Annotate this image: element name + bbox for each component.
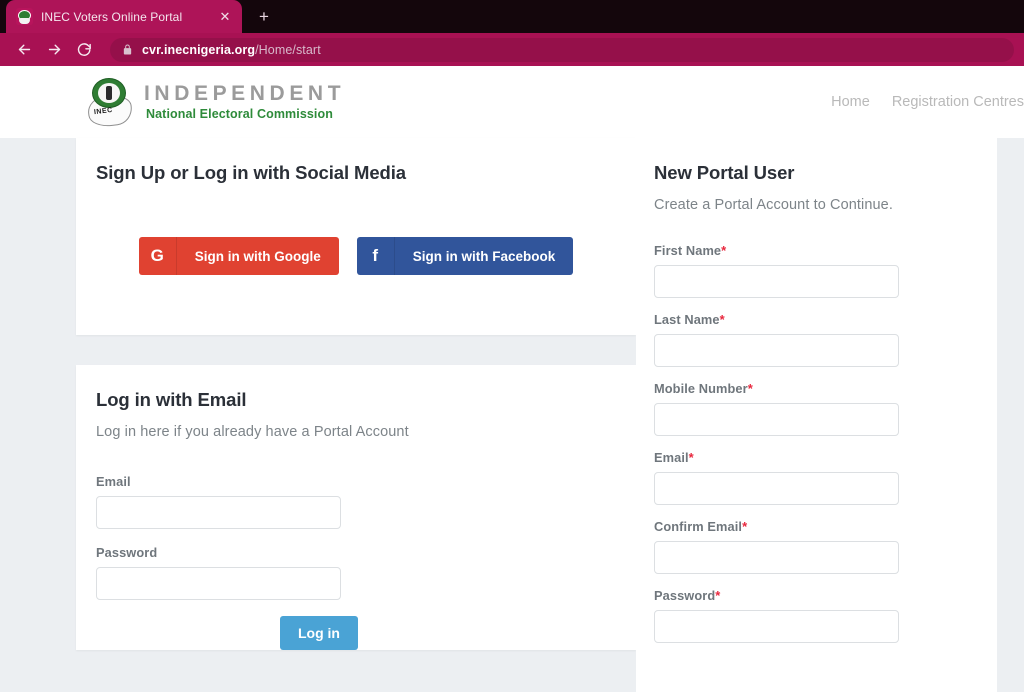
nav-item-registration-centres[interactable]: Registration Centres [892,94,1024,110]
mobile-number-input[interactable] [654,403,899,436]
first-name-field-block: First Name* [654,243,997,298]
brand-text: INDEPENDENT National Electoral Commissio… [144,83,345,120]
signup-panel-subtitle: Create a Portal Account to Continue. [654,197,997,213]
log-in-button[interactable]: Log in [280,616,358,650]
inec-coat-of-arms-icon: INEC [88,78,132,126]
browser-toolbar: cvr.inecnigeria.org/Home/start [0,33,1024,66]
login-email-label: Email [96,474,616,489]
first-name-input[interactable] [654,265,899,298]
url-text: cvr.inecnigeria.org/Home/start [142,43,321,57]
url-path: /Home/start [255,43,321,57]
url-host: cvr.inecnigeria.org [142,43,255,57]
lock-icon [122,43,133,56]
required-asterisk: * [715,588,720,603]
signup-email-field-block: Email* [654,450,997,505]
login-password-input[interactable] [96,567,341,600]
page-viewport: INEC INDEPENDENT National Electoral Comm… [0,66,1024,692]
login-password-label: Password [96,545,616,560]
login-password-field-block: Password [96,545,616,600]
browser-tab-title: INEC Voters Online Portal [41,10,208,24]
last-name-input[interactable] [654,334,899,367]
sign-in-with-google-button[interactable]: G Sign in with Google [139,237,339,275]
signup-fields: First Name* Last Name* Mobile Number* Em… [654,243,997,643]
required-asterisk: * [689,450,694,465]
page-body: Sign Up or Log in with Social Media G Si… [0,138,1024,692]
back-icon[interactable] [10,36,38,64]
google-button-label: Sign in with Google [177,237,339,275]
required-asterisk: * [742,519,747,534]
last-name-field-block: Last Name* [654,312,997,367]
confirm-email-input[interactable] [654,541,899,574]
signup-panel-title: New Portal User [654,162,997,184]
mobile-number-label: Mobile Number* [654,381,997,396]
login-card-subtitle: Log in here if you already have a Portal… [96,424,616,440]
nav-item-home[interactable]: Home [831,94,870,110]
login-card-title: Log in with Email [96,389,616,411]
brand-line-independent: INDEPENDENT [144,83,345,105]
signup-password-label: Password* [654,588,997,603]
login-fields: Email Password Log in [96,474,616,650]
social-card-title: Sign Up or Log in with Social Media [96,162,616,184]
signup-password-field-block: Password* [654,588,997,643]
site-header: INEC INDEPENDENT National Electoral Comm… [0,66,1024,138]
brand-line-commission: National Electoral Commission [144,107,345,121]
address-bar[interactable]: cvr.inecnigeria.org/Home/start [110,38,1014,62]
google-icon: G [139,237,177,275]
facebook-button-label: Sign in with Facebook [395,237,574,275]
site-nav: Home Registration Centres [831,94,1024,110]
brand-logo[interactable]: INEC INDEPENDENT National Electoral Comm… [88,78,345,126]
reload-icon[interactable] [70,36,98,64]
login-email-field-block: Email [96,474,616,529]
last-name-label: Last Name* [654,312,997,327]
social-buttons-row: G Sign in with Google f Sign in with Fac… [96,237,616,275]
signup-email-label: Email* [654,450,997,465]
required-asterisk: * [721,243,726,258]
first-name-label: First Name* [654,243,997,258]
confirm-email-field-block: Confirm Email* [654,519,997,574]
left-column: Sign Up or Log in with Social Media G Si… [0,138,636,650]
login-email-input[interactable] [96,496,341,529]
required-asterisk: * [748,381,753,396]
facebook-icon: f [357,237,395,275]
signup-password-input[interactable] [654,610,899,643]
inec-favicon [16,8,33,25]
social-login-card: Sign Up or Log in with Social Media G Si… [76,138,636,335]
forward-icon[interactable] [40,36,68,64]
close-icon[interactable]: ✕ [216,8,234,26]
signup-email-input[interactable] [654,472,899,505]
new-tab-button[interactable]: + [250,2,278,30]
sign-in-with-facebook-button[interactable]: f Sign in with Facebook [357,237,574,275]
browser-tab-strip: INEC Voters Online Portal ✕ + [0,0,1024,33]
signup-panel: New Portal User Create a Portal Account … [636,138,997,692]
email-login-card: Log in with Email Log in here if you alr… [76,365,636,650]
login-button-row: Log in [96,616,616,650]
required-asterisk: * [720,312,725,327]
browser-tab[interactable]: INEC Voters Online Portal ✕ [6,0,242,33]
confirm-email-label: Confirm Email* [654,519,997,534]
mobile-number-field-block: Mobile Number* [654,381,997,436]
